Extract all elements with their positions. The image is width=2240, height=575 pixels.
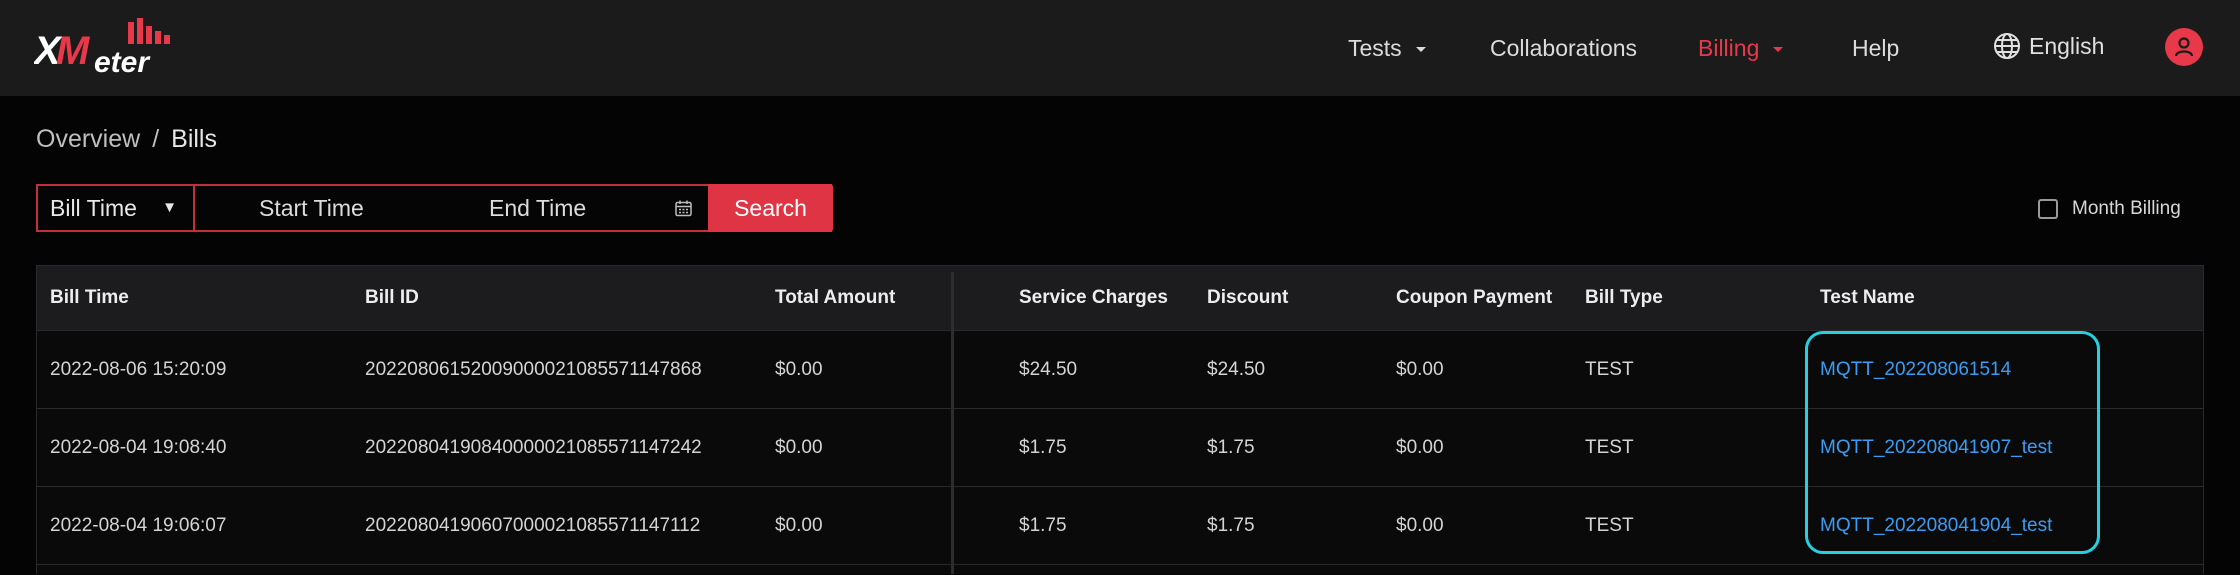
start-time-input[interactable]: Start Time	[259, 195, 364, 222]
table-row[interactable]: 2022-08-04 19:06:07 20220804190607000021…	[37, 486, 2203, 565]
cell-service-charges: $24.50	[1019, 359, 1078, 380]
column-header-bill-type[interactable]: Bill Type	[1585, 266, 1663, 330]
search-button[interactable]: Search	[708, 184, 833, 232]
column-header-service-charges[interactable]: Service Charges	[1019, 266, 1168, 330]
breadcrumb: Overview / Bills	[36, 122, 217, 156]
test-name-link[interactable]: MQTT_202208061514	[1820, 331, 2011, 409]
test-name-link[interactable]: MQTT_202208041907_test	[1820, 409, 2052, 487]
nav-billing[interactable]: Billing	[1698, 30, 1784, 66]
cell-bill-time: 2022-08-04 19:06:07	[50, 515, 227, 536]
cell-coupon-payment: $0.00	[1396, 437, 1444, 458]
cell-bill-id: 20220804190607000021085571147112	[365, 515, 701, 536]
cell-service-charges: $1.75	[1019, 437, 1067, 458]
cell-bill-type: TEST	[1585, 515, 1634, 536]
cell-bill-time: 2022-08-04 19:08:40	[50, 437, 227, 458]
svg-text:M: M	[56, 29, 91, 73]
user-avatar[interactable]	[2165, 28, 2203, 66]
breadcrumb-overview[interactable]: Overview	[36, 125, 140, 153]
user-icon	[2174, 37, 2194, 57]
nav-collaborations[interactable]: Collaborations	[1490, 30, 1637, 66]
test-name-link[interactable]: MQTT_202208041904_test	[1820, 487, 2052, 565]
month-billing-toggle[interactable]: Month Billing	[2038, 198, 2181, 220]
column-header-coupon-payment[interactable]: Coupon Payment	[1396, 266, 1552, 330]
nav-tests[interactable]: Tests	[1348, 30, 1426, 66]
cell-service-charges: $1.75	[1019, 515, 1067, 536]
column-resize-divider[interactable]	[951, 272, 954, 574]
triangle-down-icon: ▼	[162, 199, 177, 216]
globe-icon	[1994, 33, 2020, 59]
cell-total-amount: $0.00	[775, 437, 823, 458]
column-header-bill-time[interactable]: Bill Time	[50, 266, 129, 330]
bills-table: Bill Time Bill ID Total Amount Service C…	[36, 265, 2204, 574]
cell-coupon-payment: $0.00	[1396, 515, 1444, 536]
cell-total-amount: $0.00	[775, 515, 823, 536]
time-type-value: Bill Time	[50, 194, 137, 221]
date-range-picker[interactable]: Start Time End Time	[195, 186, 710, 230]
breadcrumb-separator: /	[152, 125, 160, 153]
cell-discount: $1.75	[1207, 515, 1255, 536]
column-header-bill-id[interactable]: Bill ID	[365, 266, 419, 330]
table-row-partial	[37, 564, 2203, 575]
breadcrumb-bills: Bills	[171, 125, 217, 153]
xmeter-logo[interactable]: X M eter	[34, 18, 184, 74]
cell-bill-id: 20220806152009000021085571147868	[365, 359, 702, 380]
column-header-test-name[interactable]: Test Name	[1820, 266, 1915, 330]
table-row[interactable]: 2022-08-04 19:08:40 20220804190840000021…	[37, 408, 2203, 487]
nav-collaborations-label: Collaborations	[1490, 35, 1638, 61]
nav-help-label: Help	[1852, 35, 1900, 61]
cell-discount: $24.50	[1207, 359, 1266, 380]
nav-tests-label: Tests	[1348, 35, 1402, 61]
cell-coupon-payment: $0.00	[1396, 359, 1444, 380]
nav-billing-label: Billing	[1698, 35, 1760, 61]
caret-down-icon	[1415, 47, 1426, 53]
svg-text:eter: eter	[94, 46, 151, 74]
table-header: Bill Time Bill ID Total Amount Service C…	[37, 266, 2203, 330]
end-time-input[interactable]: End Time	[489, 195, 586, 222]
language-label: English	[2029, 32, 2105, 59]
cell-bill-type: TEST	[1585, 359, 1634, 380]
cell-discount: $1.75	[1207, 437, 1255, 458]
cell-bill-time: 2022-08-06 15:20:09	[50, 359, 227, 380]
column-header-discount[interactable]: Discount	[1207, 266, 1288, 330]
top-navigation-bar: X M eter Tests Collaborations Billing He…	[0, 0, 2240, 96]
nav-help[interactable]: Help	[1852, 30, 1899, 66]
month-billing-label: Month Billing	[2072, 198, 2181, 219]
time-type-select[interactable]: Bill Time ▼	[38, 186, 195, 230]
cell-bill-type: TEST	[1585, 437, 1634, 458]
caret-down-icon	[1773, 47, 1784, 53]
cell-total-amount: $0.00	[775, 359, 823, 380]
language-selector[interactable]: English	[1993, 28, 2104, 64]
column-header-total-amount[interactable]: Total Amount	[775, 266, 895, 330]
cell-bill-id: 20220804190840000021085571147242	[365, 437, 702, 458]
calendar-icon[interactable]	[675, 200, 692, 217]
table-row[interactable]: 2022-08-06 15:20:09 20220806152009000021…	[37, 330, 2203, 409]
month-billing-checkbox[interactable]	[2038, 199, 2058, 219]
